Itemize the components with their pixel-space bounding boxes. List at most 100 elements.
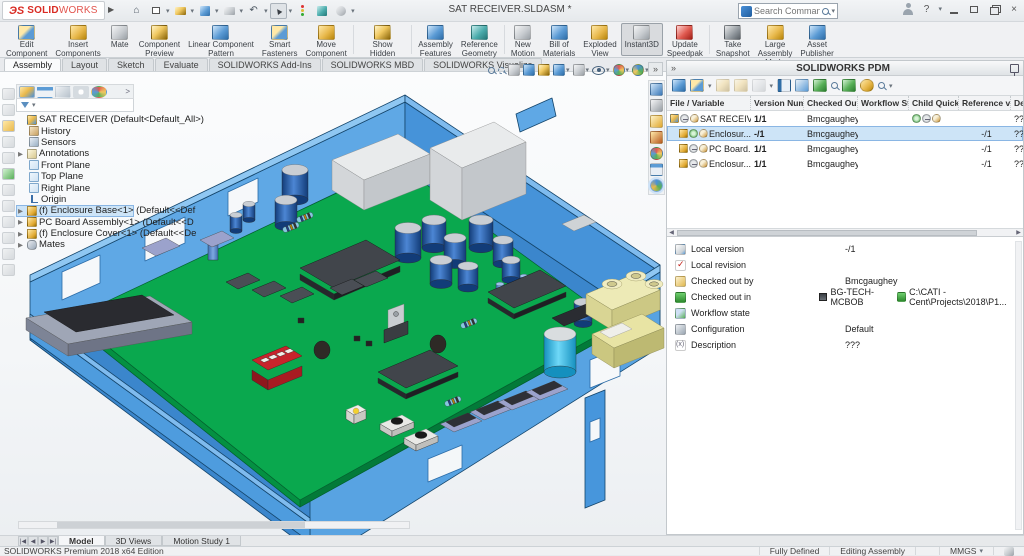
pdm-h-scrollbar-thumb[interactable] <box>677 230 977 236</box>
undo-caret-icon[interactable]: ▾ <box>264 7 268 15</box>
close-button[interactable]: × <box>1006 2 1022 16</box>
ribbon-button-instant3d[interactable]: Instant3D <box>621 23 663 56</box>
search-caret-icon[interactable]: ▾ <box>831 7 835 15</box>
ribbon-button-exploded-view[interactable]: Exploded View▾ <box>579 23 620 56</box>
tab-solidworks-add-ins[interactable]: SOLIDWORKS Add-Ins <box>209 58 321 71</box>
pdm-workflow-icon[interactable] <box>795 79 809 92</box>
zoom-to-fit-icon[interactable] <box>488 67 495 74</box>
tab-nav-first-icon[interactable]: |◀ <box>18 536 28 546</box>
pdm-new-file-icon[interactable] <box>690 79 704 92</box>
file-properties-icon[interactable] <box>313 3 330 19</box>
pin-icon[interactable] <box>1010 64 1019 73</box>
help-button[interactable]: ? <box>918 2 934 16</box>
ribbon-button-move-component[interactable]: Move Component▾ <box>301 23 350 56</box>
new-document-icon[interactable] <box>147 3 164 19</box>
pdm-v-scrollbar[interactable] <box>1015 241 1022 530</box>
expand-arrow-icon[interactable]: ▶ <box>18 218 25 226</box>
table-tool-icon[interactable] <box>2 104 15 116</box>
table-tool-icon[interactable] <box>2 216 15 228</box>
tree-item-history[interactable]: History <box>16 125 134 136</box>
help-caret-icon[interactable]: ▾ <box>938 5 942 13</box>
tree-item-right-plane[interactable]: Right Plane <box>16 182 134 193</box>
tab-nav-prev-icon[interactable]: ◀ <box>28 536 38 546</box>
pdm-get-version-icon[interactable] <box>752 79 766 92</box>
status-units-selector[interactable]: MMGS▾ <box>939 547 993 555</box>
custom-properties-icon[interactable] <box>650 163 663 176</box>
table-row-enclosure-cover[interactable]: Enclosur... 1/1 Bmcgaughey -/1 ??? <box>667 156 1023 171</box>
ribbon-button-bill-of-materials[interactable]: Bill of Materials <box>539 23 579 56</box>
maximize-button[interactable] <box>966 2 982 16</box>
ribbon-button-component-preview-window[interactable]: Component Preview Window▾ <box>135 23 184 56</box>
tree-item-annotations[interactable]: ▶Annotations <box>16 148 134 159</box>
tree-item-root[interactable]: SAT RECEIVER (Default<Default_All>) <box>16 114 134 125</box>
table-tool-icon[interactable] <box>2 248 15 260</box>
ribbon-button-assembly-features[interactable]: Assembly Features <box>414 23 457 56</box>
filter-caret-icon[interactable]: ▾ <box>32 101 36 109</box>
ribbon-button-large-assembly-mode[interactable]: Large Assembly Mode <box>754 23 797 56</box>
table-row-sat-receiver[interactable]: SAT RECEIVER 1/1 Bmcgaughey ??? <box>667 111 1023 126</box>
display-style-caret-icon[interactable]: ▾ <box>586 66 590 74</box>
tab-3d-views[interactable]: 3D Views <box>105 536 163 546</box>
design-library-icon[interactable] <box>650 99 663 112</box>
ribbon-button-update-speedpak[interactable]: Update Speedpak <box>663 23 707 56</box>
pdm-pane-icon[interactable] <box>650 179 663 192</box>
expand-arrow-icon[interactable]: ▶ <box>18 241 25 249</box>
view-orientation-caret-icon[interactable]: ▾ <box>566 66 570 74</box>
tree-item-front-plane[interactable]: Front Plane <box>16 160 134 171</box>
restore-button[interactable] <box>986 2 1002 16</box>
tree-item-pc-board-assembly[interactable]: ▶PC Board Assembly<1> (Default<<D <box>16 217 134 228</box>
tree-item-top-plane[interactable]: Top Plane <box>16 171 134 182</box>
open-icon[interactable] <box>172 3 189 19</box>
configuration-manager-tab-icon[interactable] <box>55 86 71 98</box>
dimxpert-tab-icon[interactable] <box>73 86 89 98</box>
graphics-h-scrollbar-thumb[interactable] <box>57 522 305 528</box>
appearance-caret-icon[interactable]: ▾ <box>626 66 630 74</box>
solidworks-resources-icon[interactable] <box>650 83 663 96</box>
table-tool-icon[interactable] <box>2 184 15 196</box>
ribbon-button-linear-component-pattern[interactable]: Linear Component Pattern▾ <box>184 23 258 56</box>
pdm-search-icon[interactable] <box>878 82 885 89</box>
ribbon-button-smart-fasteners[interactable]: Smart Fasteners <box>258 23 302 56</box>
display-manager-tab-icon[interactable] <box>91 86 107 98</box>
pdm-vault-icon[interactable] <box>813 79 827 92</box>
feature-tree-tab-icon[interactable] <box>19 86 35 98</box>
scroll-left-icon[interactable]: ◀ <box>667 229 676 237</box>
pdm-get-version-caret-icon[interactable]: ▾ <box>770 82 774 90</box>
table-tool-icon[interactable] <box>2 200 15 212</box>
ribbon-button-mate[interactable]: Mate <box>105 23 135 56</box>
hide-show-items-icon[interactable] <box>592 66 605 75</box>
table-tool-icon[interactable] <box>2 120 15 132</box>
scroll-right-icon[interactable]: ▶ <box>1014 229 1023 237</box>
pdm-copy-icon[interactable] <box>672 79 686 92</box>
previous-view-icon[interactable] <box>508 64 520 76</box>
table-row-pc-board[interactable]: PC Board... 1/1 Bmcgaughey -/1 ??? <box>667 141 1023 156</box>
apply-scene-icon[interactable] <box>632 64 644 76</box>
pdm-check-in-icon[interactable] <box>716 79 730 92</box>
table-tool-icon[interactable] <box>2 264 15 276</box>
save-icon[interactable] <box>196 3 213 19</box>
expand-arrow-icon[interactable]: ▶ <box>18 230 25 238</box>
tab-sketch[interactable]: Sketch <box>108 58 154 71</box>
tab-evaluate[interactable]: Evaluate <box>155 58 208 71</box>
tab-nav-last-icon[interactable]: ▶| <box>48 536 58 546</box>
home-icon[interactable]: ⌂ <box>128 3 145 19</box>
display-style-icon[interactable] <box>573 64 585 76</box>
table-tool-icon[interactable] <box>2 136 15 148</box>
pdm-table-header[interactable]: File / Variable Version Number Checked O… <box>667 96 1023 111</box>
ribbon-button-insert-components[interactable]: Insert Components▾ <box>51 23 104 56</box>
pdm-add-icon[interactable] <box>842 79 856 92</box>
table-row-enclosure-base[interactable]: Enclosur... -/1 Bmcgaughey -/1 ??? <box>667 126 1023 141</box>
rebuild-traffic-light-icon[interactable] <box>294 3 311 19</box>
ribbon-button-asset-publisher[interactable]: Asset Publisher <box>796 23 837 56</box>
undo-icon[interactable]: ↶ <box>245 3 262 19</box>
select-caret-icon[interactable]: ▾ <box>289 7 293 15</box>
enclosure-right-bracket[interactable] <box>585 390 605 508</box>
pdm-check-out-icon[interactable] <box>734 79 748 92</box>
ribbon-button-take-snapshot[interactable]: Take Snapshot <box>712 23 754 56</box>
tree-filter-box[interactable]: ▾ <box>16 99 134 112</box>
table-tool-icon[interactable] <box>2 232 15 244</box>
tree-item-origin[interactable]: Origin <box>16 194 134 205</box>
pdm-search-caret-icon[interactable]: ▾ <box>889 82 893 90</box>
minimize-button[interactable] <box>946 2 962 16</box>
ribbon-button-new-motion-study[interactable]: New Motion Study <box>507 23 539 56</box>
